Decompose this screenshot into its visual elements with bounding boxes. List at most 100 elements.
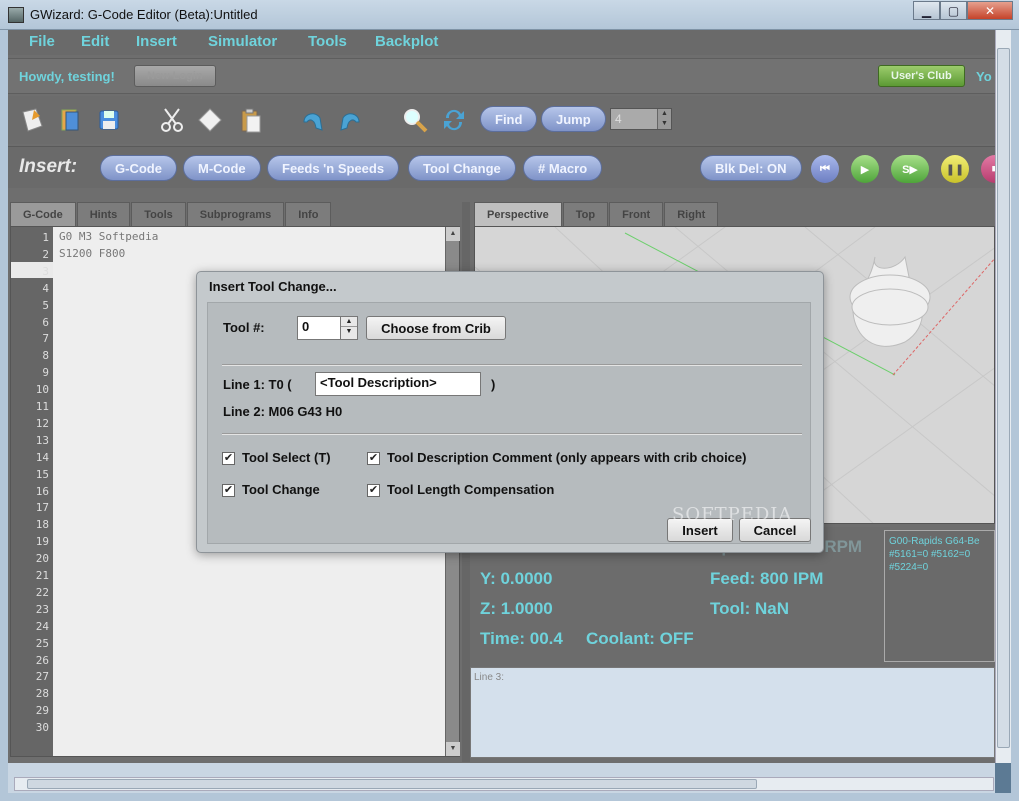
- tool-length-checkbox[interactable]: ✔: [367, 484, 380, 497]
- modal-line-2: #5161=0 #5162=0: [889, 549, 971, 560]
- macro-button[interactable]: # Macro: [523, 155, 603, 181]
- modal-state-box: G00-Rapids G64-Be #5161=0 #5162=0 #5224=…: [884, 530, 995, 662]
- tab-front[interactable]: Front: [609, 202, 664, 226]
- line-1-close-paren: ): [491, 377, 496, 392]
- scroll-thumb[interactable]: [997, 48, 1010, 748]
- tool-select-checkbox[interactable]: ✔: [222, 452, 235, 465]
- line-number: 24: [35, 619, 49, 633]
- tool-number-stepper[interactable]: ▲ ▼: [340, 316, 358, 340]
- menu-simulator[interactable]: Simulator: [208, 33, 277, 50]
- step-icon[interactable]: S▶: [891, 155, 929, 183]
- user-bar: Howdy, testing! New Login User's Club Yo: [8, 58, 995, 94]
- window-frame-left: [0, 30, 8, 801]
- menu-file[interactable]: File: [29, 33, 55, 50]
- scroll-down-icon[interactable]: ▼: [446, 742, 460, 756]
- minimize-button[interactable]: ▁: [913, 1, 940, 20]
- menu-insert[interactable]: Insert: [136, 33, 177, 50]
- menu-tools[interactable]: Tools: [308, 33, 347, 50]
- hscroll-thumb[interactable]: [27, 779, 757, 789]
- line-number: 26: [35, 653, 49, 667]
- title-bar: GWizard: G-Code Editor (Beta):Untitled ▁…: [0, 0, 1019, 30]
- block-delete-toggle[interactable]: Blk Del: ON: [700, 155, 802, 181]
- tab-perspective[interactable]: Perspective: [474, 202, 562, 226]
- copy-icon[interactable]: [195, 105, 225, 135]
- tool-change-label: Tool Change: [242, 482, 320, 497]
- window-frame-right: [1011, 30, 1019, 801]
- line-1-label: Line 1: T0 (: [223, 377, 292, 392]
- line-number: 1: [42, 231, 49, 244]
- line-number: 29: [35, 704, 49, 718]
- redo-icon[interactable]: [336, 105, 366, 135]
- open-file-icon[interactable]: [55, 105, 85, 135]
- line-number: 25: [35, 636, 49, 650]
- line-2-text: Line 2: M06 G43 H0: [223, 404, 343, 419]
- dro-tool: Tool: NaN: [710, 599, 790, 618]
- tool-description-checkbox[interactable]: ✔: [367, 452, 380, 465]
- tool-description-input[interactable]: <Tool Description>: [315, 372, 481, 396]
- line-number: 19: [35, 535, 49, 549]
- dialog-title: Insert Tool Change...: [209, 279, 337, 294]
- tab-info[interactable]: Info: [285, 202, 332, 226]
- line-number: 20: [35, 552, 49, 566]
- line-number: 6: [42, 315, 49, 329]
- insert-bar: Insert: G-Code M-Code Feeds 'n Speeds To…: [8, 146, 995, 188]
- dro-y: Y: 0.0000: [480, 569, 553, 588]
- scroll-up-icon[interactable]: ▲: [446, 227, 460, 241]
- close-button[interactable]: ✕: [967, 1, 1013, 20]
- users-club-button[interactable]: User's Club: [878, 65, 965, 87]
- play-icon[interactable]: ▶: [851, 155, 879, 183]
- line-number: 8: [42, 349, 49, 363]
- line-number: 17: [35, 501, 49, 515]
- menu-edit[interactable]: Edit: [81, 33, 109, 50]
- tab-gcode[interactable]: G-Code: [10, 202, 76, 226]
- line-number: 9: [42, 366, 49, 380]
- window-frame-bottom: [0, 793, 1019, 801]
- insert-label: Insert:: [19, 156, 78, 177]
- tool-length-label: Tool Length Compensation: [387, 482, 555, 497]
- save-file-icon[interactable]: [94, 105, 124, 135]
- line-number: 16: [35, 484, 49, 498]
- stepper-down-icon[interactable]: ▼: [341, 327, 357, 337]
- separator: [222, 364, 802, 366]
- line-number: 23: [35, 602, 49, 616]
- line-3-label: Line 3:: [474, 672, 505, 683]
- stepper-arrows[interactable]: ▲ ▼: [657, 109, 671, 129]
- gcode-insert-button[interactable]: G-Code: [100, 155, 177, 181]
- tab-subprograms[interactable]: Subprograms: [186, 202, 285, 226]
- zoom-icon[interactable]: [400, 105, 430, 135]
- rewind-icon[interactable]: ⏮: [811, 155, 839, 183]
- tool-number-input[interactable]: 0: [297, 316, 341, 340]
- new-file-icon[interactable]: [17, 105, 47, 135]
- new-login-button[interactable]: New Login: [134, 65, 216, 87]
- pause-icon[interactable]: ❚❚: [941, 155, 969, 183]
- choose-from-crib-button[interactable]: Choose from Crib: [366, 316, 506, 340]
- tab-top[interactable]: Top: [562, 202, 609, 226]
- maximize-button[interactable]: ▢: [940, 1, 967, 20]
- dro-z: Z: 1.0000: [480, 599, 553, 618]
- window-horizontal-scrollbar: [8, 763, 995, 793]
- line-number: 4: [42, 281, 49, 295]
- menu-backplot[interactable]: Backplot: [375, 33, 438, 50]
- undo-icon[interactable]: [297, 105, 327, 135]
- line-number: 11: [35, 400, 49, 413]
- tab-hints[interactable]: Hints: [76, 202, 131, 226]
- code-line-1[interactable]: G0 M3 Softpedia: [59, 230, 158, 243]
- tab-right[interactable]: Right: [664, 202, 719, 226]
- jump-line-stepper[interactable]: 4 ▲ ▼: [610, 108, 672, 130]
- feeds-speeds-button[interactable]: Feeds 'n Speeds: [267, 155, 400, 181]
- tool-change-button[interactable]: Tool Change: [408, 155, 516, 181]
- refresh-icon[interactable]: [439, 105, 469, 135]
- tool-change-checkbox[interactable]: ✔: [222, 484, 235, 497]
- cut-icon[interactable]: [157, 105, 187, 135]
- mcode-insert-button[interactable]: M-Code: [183, 155, 261, 181]
- jump-button[interactable]: Jump: [541, 106, 606, 132]
- stop-icon[interactable]: ■: [981, 155, 995, 183]
- line-number: 28: [35, 687, 49, 701]
- find-button[interactable]: Find: [480, 106, 538, 132]
- code-line-2[interactable]: S1200 F800: [59, 247, 125, 260]
- stepper-up-icon[interactable]: ▲: [341, 317, 357, 327]
- window-vertical-scrollbar[interactable]: [995, 30, 1011, 763]
- tab-tools[interactable]: Tools: [131, 202, 186, 226]
- hscroll-track[interactable]: [14, 777, 994, 791]
- paste-icon[interactable]: [236, 105, 266, 135]
